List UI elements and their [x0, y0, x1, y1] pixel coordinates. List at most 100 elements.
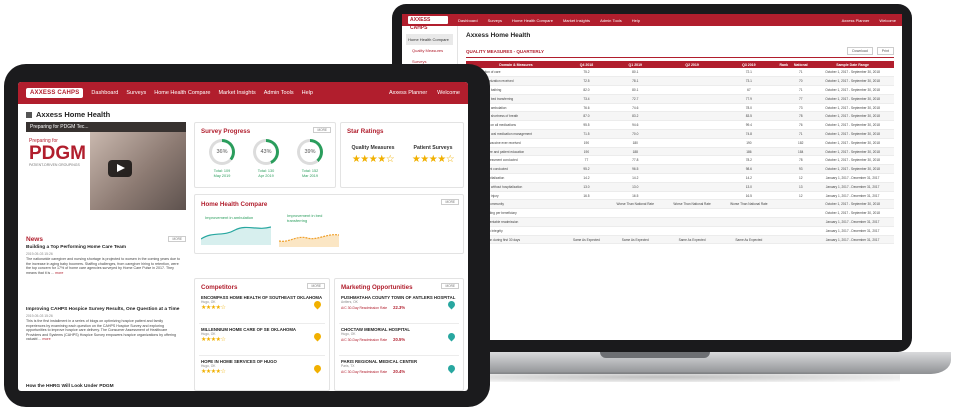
table-cell: 14.2: [606, 173, 664, 183]
news-item[interactable]: Improving CAHPS Hospice Survey Results, …: [26, 307, 182, 342]
table-cell: 73.1: [720, 76, 778, 87]
competitor-item[interactable]: MILLENNIUM HOME CARE OF SE OKLAHOMA Hugo,…: [201, 327, 329, 343]
table-cell: October 1, 2017 - September 30, 2018: [811, 120, 894, 131]
table-cell: [606, 208, 664, 219]
table-row: Pain assessment conducted95.296.598.693O…: [466, 164, 894, 175]
news-item[interactable]: Building a Top Performing Home Care Team…: [26, 245, 182, 275]
sidebar-item-compare[interactable]: Home Health Compare: [406, 34, 453, 45]
table-cell: Same As Expected: [606, 235, 664, 245]
table-cell: [790, 199, 812, 210]
tablet-nav-dashboard[interactable]: Dashboard: [91, 90, 118, 96]
table-cell: 16.5: [606, 191, 664, 201]
tablet-logo[interactable]: AXXESS CAHPS: [26, 88, 84, 98]
readmission-rate: 22.3%: [393, 305, 406, 310]
table-cell: [566, 199, 607, 210]
table-row: Changes in skin integrityJanuary 1, 2017…: [466, 226, 894, 236]
table-cell: [663, 120, 721, 131]
table-cell: 71: [790, 68, 812, 78]
tablet-nav-admin[interactable]: Admin Tools: [264, 90, 294, 96]
table-cell: [777, 217, 791, 227]
table-cell: 180: [606, 138, 664, 148]
table-header-cell: Q2 2019: [663, 61, 721, 68]
table-cell: [663, 85, 721, 95]
table-cell: 190: [720, 138, 778, 148]
home-health-compare-card: Home Health Compare MORE Improvement in …: [194, 194, 464, 254]
table-cell: [663, 111, 721, 122]
table-cell: 87.0: [566, 111, 607, 122]
survey-progress-more-button[interactable]: MORE: [313, 127, 331, 133]
competitor-item[interactable]: ENCOMPASS HOME HEALTH OF SOUTHEAST OKLAH…: [201, 295, 329, 311]
table-cell: [663, 217, 721, 227]
laptop-nav-planner[interactable]: Axxess Planner: [842, 18, 870, 23]
news-more-link[interactable]: more: [55, 271, 63, 275]
table-cell: October 1, 2017 - September 30, 2018: [811, 111, 894, 122]
laptop-nav-dashboard[interactable]: Dashboard: [458, 18, 478, 23]
table-cell: January 1, 2017 - December 31, 2017: [811, 217, 894, 227]
table-cell: [777, 111, 791, 122]
competitors-title: Competitors: [201, 284, 238, 291]
table-cell: 14.2: [720, 173, 778, 183]
table-cell: 76: [790, 120, 812, 131]
video-thumbnail: [90, 132, 186, 210]
sidebar-item-quality[interactable]: Quality Measures: [406, 45, 453, 56]
competitors-more-button[interactable]: MORE: [307, 283, 325, 289]
entity-name[interactable]: PUSHMATAHA COUNTY TOWN OF ANTLERS HOSPIT…: [341, 295, 468, 300]
patient-surveys-label: Patient Surveys: [413, 145, 453, 151]
table-row: Improvement in ambulation76.674.678.073O…: [466, 103, 894, 113]
table-cell: 77.8: [606, 155, 664, 166]
table-cell: [663, 155, 721, 166]
tablet-nav-planner[interactable]: Axxess Planner: [389, 90, 427, 96]
table-cell: [777, 120, 791, 131]
gauge-caption: Total: 109 May 2019: [202, 169, 242, 179]
laptop-shadow: [420, 372, 900, 382]
table-cell: January 1, 2017 - December 31, 2017: [811, 235, 894, 245]
table-cell: 75.2: [566, 68, 607, 78]
tablet-nav-market[interactable]: Market Insights: [218, 90, 255, 96]
quality-measures-label: Quality Measures: [351, 145, 395, 151]
table-cell: 73.4: [566, 94, 607, 104]
marketing-title: Marketing Opportunities: [341, 284, 413, 291]
table-cell: 78.0: [720, 103, 778, 113]
gauge-month: Mar 2019: [301, 173, 319, 178]
competitor-item[interactable]: HOPE IN HOME SERVICES OF HUGO Hugo, OK ★★★…: [201, 359, 329, 375]
pdgm-video[interactable]: Preparing for PDGM Tec... Preparing for …: [26, 122, 186, 210]
news-more-button[interactable]: MORE: [168, 236, 186, 242]
laptop-nav-market[interactable]: Market Insights: [563, 18, 590, 23]
table-cell: Worse Than National Rate: [663, 199, 721, 210]
laptop-nav-welcome[interactable]: Welcome: [879, 18, 896, 23]
laptop-nav-surveys[interactable]: Surveys: [488, 18, 502, 23]
table-cell: [566, 208, 607, 219]
play-icon[interactable]: [108, 160, 132, 177]
table-cell: 73: [790, 103, 812, 113]
table-cell: [777, 191, 791, 201]
table-cell: January 1, 2017 - December 31, 2017: [811, 182, 894, 192]
news-headline[interactable]: Improving CAHPS Hospice Survey Results, …: [26, 307, 182, 313]
marketing-more-button[interactable]: MORE: [441, 283, 459, 289]
tablet-nav-welcome[interactable]: Welcome: [437, 90, 460, 96]
news-more-link[interactable]: more: [42, 337, 50, 341]
laptop-navbar: AXXESS CAHPS Dashboard Surveys Home Heal…: [402, 14, 902, 31]
entity-name[interactable]: ENCOMPASS HOME HEALTH OF SOUTHEAST OKLAH…: [201, 295, 329, 300]
laptop-nav-help[interactable]: Help: [632, 18, 640, 23]
survey-progress-gauge: 39%: [297, 139, 323, 165]
table-cell: 96.5: [606, 164, 664, 175]
tablet-nav-surveys[interactable]: Surveys: [126, 90, 146, 96]
table-cell: 71: [790, 129, 812, 139]
download-button[interactable]: Download: [847, 47, 873, 55]
news-item[interactable]: How the HHRG Will Look Under PDGM: [26, 384, 182, 390]
news-headline[interactable]: Building a Top Performing Home Care Team: [26, 245, 182, 251]
print-button[interactable]: Print: [876, 47, 894, 55]
gauge-caption: Total: 130 Apr 2019: [246, 169, 286, 179]
news-headline[interactable]: How the HHRG Will Look Under PDGM: [26, 384, 182, 390]
laptop-nav-admin[interactable]: Admin Tools: [600, 18, 622, 23]
compare-more-button[interactable]: MORE: [441, 199, 459, 205]
laptop-nav-compare[interactable]: Home Health Compare: [512, 18, 553, 23]
readmission-label: A/C 30-Day Readmission Rate: [341, 338, 388, 342]
table-cell: 72.5: [566, 76, 607, 87]
table-cell: 70: [790, 76, 812, 87]
tablet-nav-help[interactable]: Help: [302, 90, 313, 96]
table-row: Pneumococcal vaccine ever received 190 180…: [466, 138, 894, 148]
tablet-nav-compare[interactable]: Home Health Compare: [154, 90, 210, 96]
competitors-card: Competitors MORE ENCOMPASS HOME HEALTH O…: [194, 278, 330, 391]
readmission-label: A/C 30-Day Readmission Rate: [341, 370, 388, 374]
